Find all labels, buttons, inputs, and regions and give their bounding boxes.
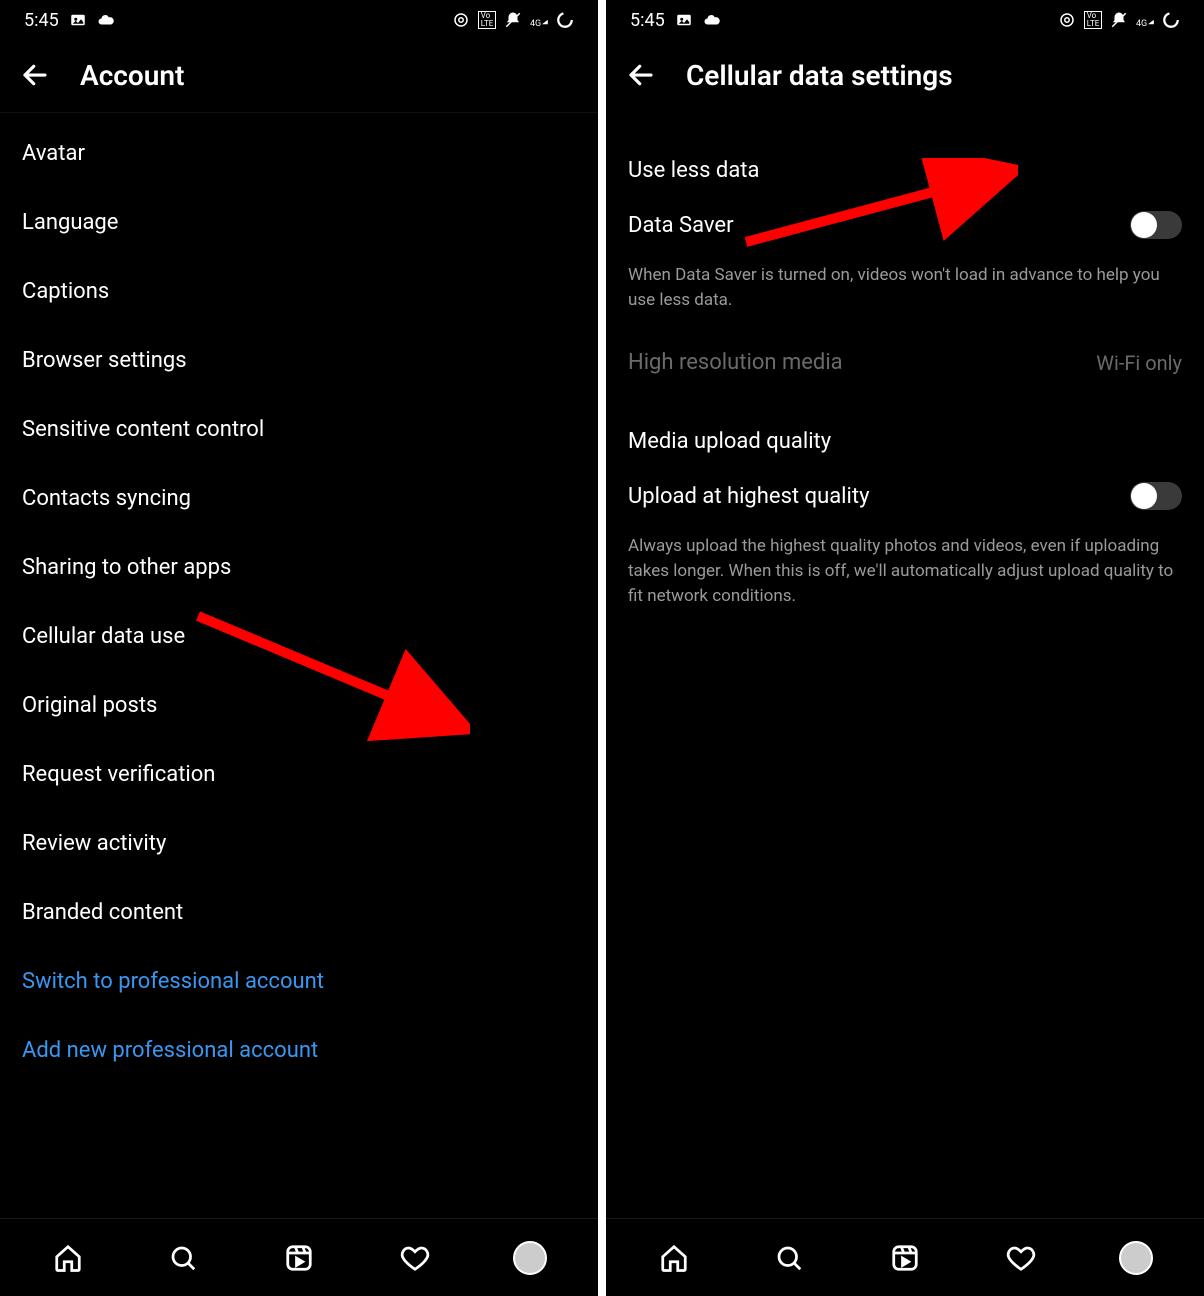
cloud-icon <box>97 11 115 29</box>
data-saver-description: When Data Saver is turned on, videos won… <box>606 257 1204 332</box>
list-item-switch-professional[interactable]: Switch to professional account <box>0 947 598 1016</box>
data-saver-label: Data Saver <box>628 213 734 238</box>
list-item-add-professional[interactable]: Add new professional account <box>0 1016 598 1085</box>
list-item-sensitive-content[interactable]: Sensitive content control <box>0 395 598 464</box>
upload-quality-label: Upload at highest quality <box>628 484 869 509</box>
account-list[interactable]: Avatar Language Captions Browser setting… <box>0 113 598 1218</box>
page-title: Cellular data settings <box>686 59 953 92</box>
list-item-language[interactable]: Language <box>0 188 598 257</box>
volte-icon: Vo LTE <box>1084 11 1102 29</box>
avatar <box>1119 1241 1153 1275</box>
loading-icon <box>556 11 574 29</box>
list-item-request-verification[interactable]: Request verification <box>0 740 598 809</box>
list-item-contacts-syncing[interactable]: Contacts syncing <box>0 464 598 533</box>
nav-home-icon[interactable] <box>51 1241 85 1275</box>
list-item-captions[interactable]: Captions <box>0 257 598 326</box>
bottom-nav <box>606 1218 1204 1296</box>
upload-quality-toggle[interactable] <box>1130 482 1182 510</box>
phone-account-screen: 5:45 Vo LTE 4G <box>0 0 598 1296</box>
header: Cellular data settings <box>606 40 1204 112</box>
setting-high-resolution-media: High resolution media Wi-Fi only <box>606 332 1204 393</box>
list-item-cellular-data-use[interactable]: Cellular data use <box>0 602 598 671</box>
back-button[interactable] <box>18 58 52 92</box>
status-time: 5:45 <box>24 10 59 31</box>
mute-icon <box>504 11 522 29</box>
page-title: Account <box>80 59 184 92</box>
cloud-icon <box>703 11 721 29</box>
nav-activity-icon[interactable] <box>1004 1241 1038 1275</box>
cast-icon <box>452 11 470 29</box>
list-item-sharing-apps[interactable]: Sharing to other apps <box>0 533 598 602</box>
bottom-nav <box>0 1218 598 1296</box>
nav-home-icon[interactable] <box>657 1241 691 1275</box>
list-item-browser-settings[interactable]: Browser settings <box>0 326 598 395</box>
nav-profile-icon[interactable] <box>1119 1241 1153 1275</box>
high-res-value: Wi-Fi only <box>1096 351 1182 375</box>
signal-icon: 4G <box>530 11 548 29</box>
signal-icon: 4G <box>1136 11 1154 29</box>
nav-search-icon[interactable] <box>772 1241 806 1275</box>
nav-search-icon[interactable] <box>166 1241 200 1275</box>
status-time: 5:45 <box>630 10 665 31</box>
nav-activity-icon[interactable] <box>398 1241 432 1275</box>
upload-quality-description: Always upload the highest quality photos… <box>606 528 1204 628</box>
nav-reels-icon[interactable] <box>888 1241 922 1275</box>
mute-icon <box>1110 11 1128 29</box>
setting-upload-highest-quality[interactable]: Upload at highest quality <box>606 464 1204 528</box>
cellular-settings-content[interactable]: Use less data Data Saver When Data Saver… <box>606 112 1204 1218</box>
phone-cellular-settings-screen: 5:45 Vo LTE 4G <box>606 0 1204 1296</box>
nav-reels-icon[interactable] <box>282 1241 316 1275</box>
list-item-avatar[interactable]: Avatar <box>0 119 598 188</box>
cast-icon <box>1058 11 1076 29</box>
status-bar: 5:45 Vo LTE 4G <box>0 0 598 40</box>
high-res-label: High resolution media <box>628 350 843 375</box>
setting-data-saver[interactable]: Data Saver <box>606 193 1204 257</box>
list-item-original-posts[interactable]: Original posts <box>0 671 598 740</box>
photo-icon <box>675 11 693 29</box>
data-saver-toggle[interactable] <box>1130 211 1182 239</box>
volte-icon: Vo LTE <box>478 11 496 29</box>
list-item-review-activity[interactable]: Review activity <box>0 809 598 878</box>
back-button[interactable] <box>624 58 658 92</box>
nav-profile-icon[interactable] <box>513 1241 547 1275</box>
loading-icon <box>1162 11 1180 29</box>
header: Account <box>0 40 598 113</box>
section-media-upload-quality: Media upload quality <box>606 393 1204 464</box>
list-item-branded-content[interactable]: Branded content <box>0 878 598 947</box>
section-use-less-data: Use less data <box>606 118 1204 193</box>
status-bar: 5:45 Vo LTE 4G <box>606 0 1204 40</box>
photo-icon <box>69 11 87 29</box>
avatar <box>513 1241 547 1275</box>
